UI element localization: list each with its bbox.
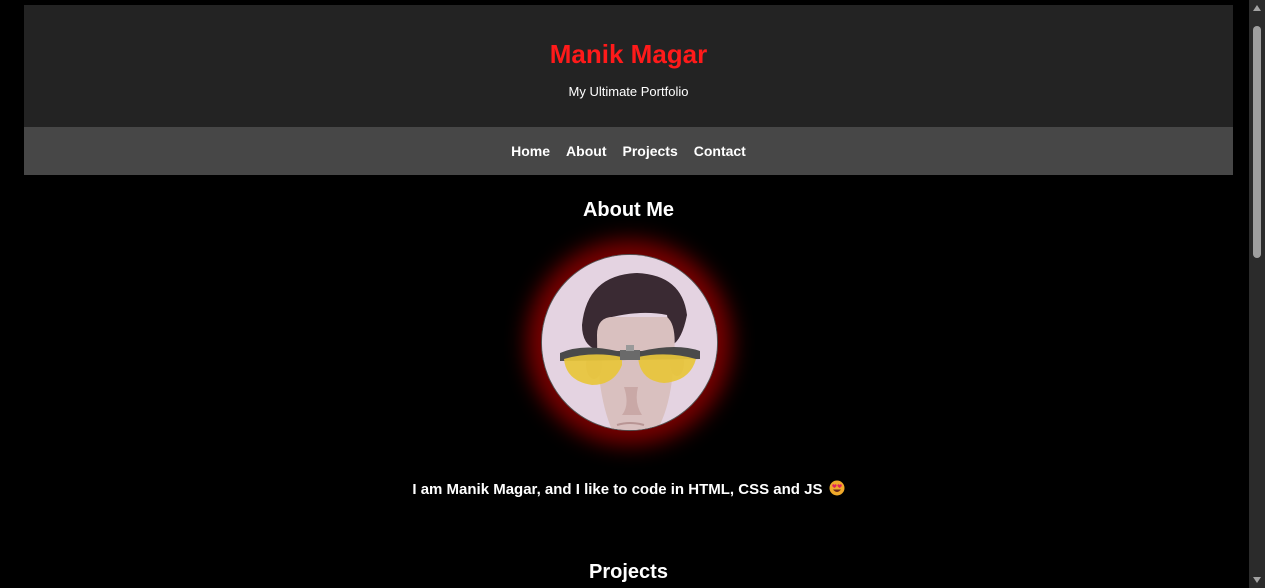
- portfolio-page: Manik Magar My Ultimate Portfolio Home A…: [0, 0, 1249, 588]
- projects-heading: Projects: [589, 561, 668, 583]
- nav-link-about[interactable]: About: [558, 143, 614, 159]
- scrollbar-thumb[interactable]: [1253, 26, 1261, 258]
- smiling-face-with-heart-eyes-icon: [829, 480, 845, 502]
- about-description-text: I am Manik Magar, and I like to code in …: [412, 481, 823, 498]
- browser-viewport: Manik Magar My Ultimate Portfolio Home A…: [0, 0, 1265, 588]
- nav-link-contact[interactable]: Contact: [686, 143, 754, 159]
- profile-photo-icon: [542, 255, 717, 430]
- nav-bar: Home About Projects Contact: [24, 127, 1233, 175]
- site-subtitle: My Ultimate Portfolio: [568, 84, 689, 99]
- vertical-scrollbar[interactable]: [1249, 0, 1265, 588]
- nav-link-home[interactable]: Home: [503, 143, 558, 159]
- site-header: Manik Magar My Ultimate Portfolio: [24, 5, 1233, 127]
- nav-link-projects[interactable]: Projects: [614, 143, 685, 159]
- about-heading: About Me: [582, 199, 675, 221]
- scroll-up-arrow-icon[interactable]: [1249, 0, 1265, 16]
- scroll-down-arrow-icon[interactable]: [1249, 572, 1265, 588]
- site-title: Manik Magar: [549, 39, 708, 69]
- about-description: I am Manik Magar, and I like to code in …: [0, 480, 1257, 502]
- profile-avatar: [541, 254, 718, 431]
